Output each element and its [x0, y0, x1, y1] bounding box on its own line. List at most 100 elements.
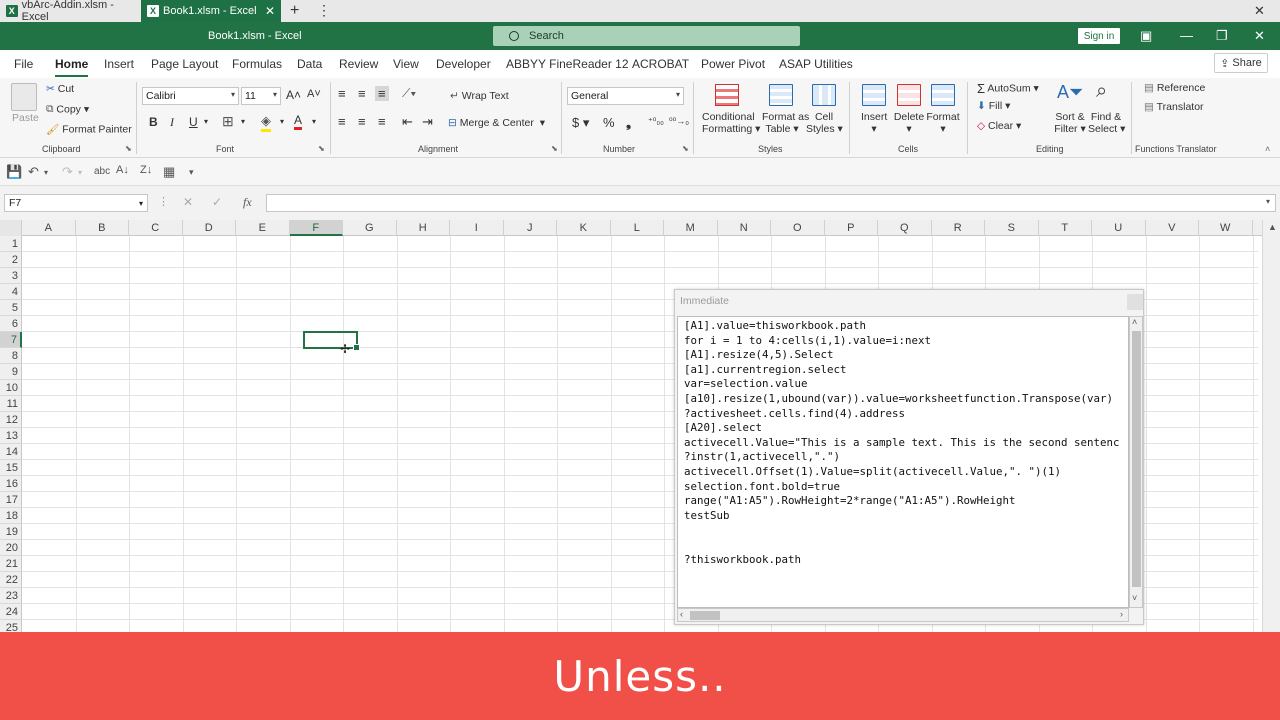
spelling-icon[interactable]: abc: [94, 166, 110, 177]
formula-input[interactable]: [266, 194, 1276, 212]
row-header-24[interactable]: 24: [0, 604, 22, 620]
row-header-13[interactable]: 13: [0, 428, 22, 444]
column-header-i[interactable]: I: [450, 220, 504, 236]
row-header-17[interactable]: 17: [0, 492, 22, 508]
undo-dropdown-icon[interactable]: ▾: [44, 168, 48, 177]
row-header-2[interactable]: 2: [0, 252, 22, 268]
scroll-left-icon[interactable]: ‹: [680, 609, 683, 619]
tab-vbarc-addin[interactable]: X vbArc-Addin.xlsm - Excel: [0, 0, 140, 23]
row-header-9[interactable]: 9: [0, 364, 22, 380]
more-icon[interactable]: ⋮: [317, 2, 331, 19]
orientation-icon[interactable]: ⟋▾: [402, 86, 416, 101]
decrease-font-icon[interactable]: A˅: [307, 88, 321, 100]
scroll-up-icon[interactable]: ▲: [1268, 222, 1277, 232]
scroll-up-icon[interactable]: ˄: [1132, 317, 1137, 327]
name-box[interactable]: F7 ▾: [4, 194, 148, 212]
immediate-close-button[interactable]: [1127, 294, 1143, 310]
scroll-thumb[interactable]: [690, 611, 720, 620]
tab-abbyy[interactable]: ABBYY FineReader 12: [506, 57, 629, 71]
row-header-23[interactable]: 23: [0, 588, 22, 604]
sort-filter-button[interactable]: Sort & Filter ▾: [1053, 111, 1087, 135]
fill-color-icon[interactable]: ◈: [261, 113, 271, 132]
align-top-icon[interactable]: ≡: [338, 86, 346, 101]
format-cells-button[interactable]: Format ▾: [926, 111, 960, 135]
tab-file[interactable]: File: [14, 57, 33, 71]
conditional-formatting-button[interactable]: Conditional Formatting ▾: [702, 111, 760, 135]
column-header-n[interactable]: N: [718, 220, 771, 236]
insert-function-icon[interactable]: fx: [243, 195, 252, 210]
row-header-12[interactable]: 12: [0, 412, 22, 428]
align-right-icon[interactable]: ≡: [378, 114, 386, 129]
column-header-d[interactable]: D: [183, 220, 236, 236]
column-header-j[interactable]: J: [504, 220, 557, 236]
tab-asap-utilities[interactable]: ASAP Utilities: [779, 57, 853, 71]
column-header-b[interactable]: B: [76, 220, 129, 236]
vertical-scrollbar[interactable]: ▲: [1262, 220, 1280, 632]
immediate-horizontal-scrollbar[interactable]: ‹ ›: [677, 608, 1129, 622]
currency-icon[interactable]: $ ▾: [572, 115, 589, 131]
column-header-k[interactable]: K: [557, 220, 611, 236]
align-center-icon[interactable]: ≡: [358, 114, 366, 129]
tab-book1[interactable]: X Book1.xlsm - Excel ✕: [141, 0, 281, 22]
column-header-v[interactable]: V: [1146, 220, 1199, 236]
clipboard-launcher-icon[interactable]: ⬊: [125, 144, 132, 153]
scroll-right-icon[interactable]: ›: [1120, 609, 1123, 619]
column-header-s[interactable]: S: [985, 220, 1039, 236]
font-size-select[interactable]: 11 ▾: [241, 87, 281, 105]
row-header-11[interactable]: 11: [0, 396, 22, 412]
fill-dropdown-icon[interactable]: ▾: [280, 117, 284, 126]
sign-in-button[interactable]: Sign in: [1078, 28, 1120, 44]
row-header-14[interactable]: 14: [0, 444, 22, 460]
sort-ascending-icon[interactable]: A↓: [116, 164, 129, 176]
translator-button[interactable]: ▤ Translator: [1144, 101, 1204, 113]
column-header-h[interactable]: H: [397, 220, 450, 236]
column-header-a[interactable]: A: [22, 220, 76, 236]
save-icon[interactable]: 💾: [6, 164, 22, 180]
reference-button[interactable]: ▤ Reference: [1144, 82, 1205, 94]
row-header-4[interactable]: 4: [0, 284, 22, 300]
comma-icon[interactable]: ❟: [626, 115, 631, 131]
copy-button[interactable]: ⧉ Copy ▾: [46, 103, 89, 116]
row-header-7[interactable]: 7: [0, 332, 22, 348]
insert-cells-button[interactable]: Insert ▾: [861, 111, 887, 135]
borders-dropdown-icon[interactable]: ▾: [241, 117, 245, 126]
format-as-table-button[interactable]: Format as Table ▾: [762, 111, 809, 135]
enter-icon[interactable]: ✓: [212, 195, 222, 209]
immediate-window[interactable]: Immediate [A1].value=thisworkbook.path fo…: [674, 289, 1144, 625]
new-tab-icon[interactable]: +: [290, 2, 299, 20]
italic-icon[interactable]: I: [170, 115, 174, 130]
column-header-f[interactable]: F: [289, 220, 343, 236]
column-header-p[interactable]: P: [825, 220, 878, 236]
column-header-l[interactable]: L: [611, 220, 664, 236]
tab-view[interactable]: View: [393, 57, 419, 71]
row-header-5[interactable]: 5: [0, 300, 22, 316]
increase-font-icon[interactable]: A˄: [286, 88, 301, 102]
cut-button[interactable]: ✂ Cut: [46, 83, 74, 95]
underline-icon[interactable]: U: [189, 115, 198, 129]
row-header-3[interactable]: 3: [0, 268, 22, 284]
bold-icon[interactable]: B: [149, 115, 158, 129]
undo-icon[interactable]: ↶: [28, 164, 39, 180]
tab-insert[interactable]: Insert: [104, 57, 134, 71]
cell-styles-button[interactable]: Cell Styles ▾: [806, 111, 843, 135]
column-header-u[interactable]: U: [1092, 220, 1146, 236]
row-header-25[interactable]: 25: [0, 620, 22, 632]
sort-descending-icon[interactable]: Z↓: [140, 164, 152, 176]
row-header-1[interactable]: 1: [0, 236, 22, 252]
collapse-ribbon-icon[interactable]: ˄: [1265, 144, 1270, 154]
delete-cells-button[interactable]: Delete ▾: [893, 111, 925, 135]
column-header-r[interactable]: R: [932, 220, 985, 236]
column-header-g[interactable]: G: [343, 220, 397, 236]
increase-decimal-icon[interactable]: ⁺⁰₀₀: [648, 116, 664, 127]
decrease-decimal-icon[interactable]: ⁰⁰→₀: [669, 116, 689, 127]
wrap-text-button[interactable]: ↵ Wrap Text: [450, 90, 509, 102]
close-icon[interactable]: ✕: [1254, 29, 1265, 42]
close-tab-icon[interactable]: ✕: [265, 4, 275, 18]
underline-dropdown-icon[interactable]: ▾: [204, 117, 208, 126]
row-header-8[interactable]: 8: [0, 348, 22, 364]
share-button[interactable]: ⇪ Share: [1214, 53, 1268, 73]
font-color-dropdown-icon[interactable]: ▾: [312, 117, 316, 126]
format-painter-button[interactable]: 🖌 Format Painter: [46, 123, 132, 136]
row-header-16[interactable]: 16: [0, 476, 22, 492]
align-left-icon[interactable]: ≡: [338, 114, 346, 129]
